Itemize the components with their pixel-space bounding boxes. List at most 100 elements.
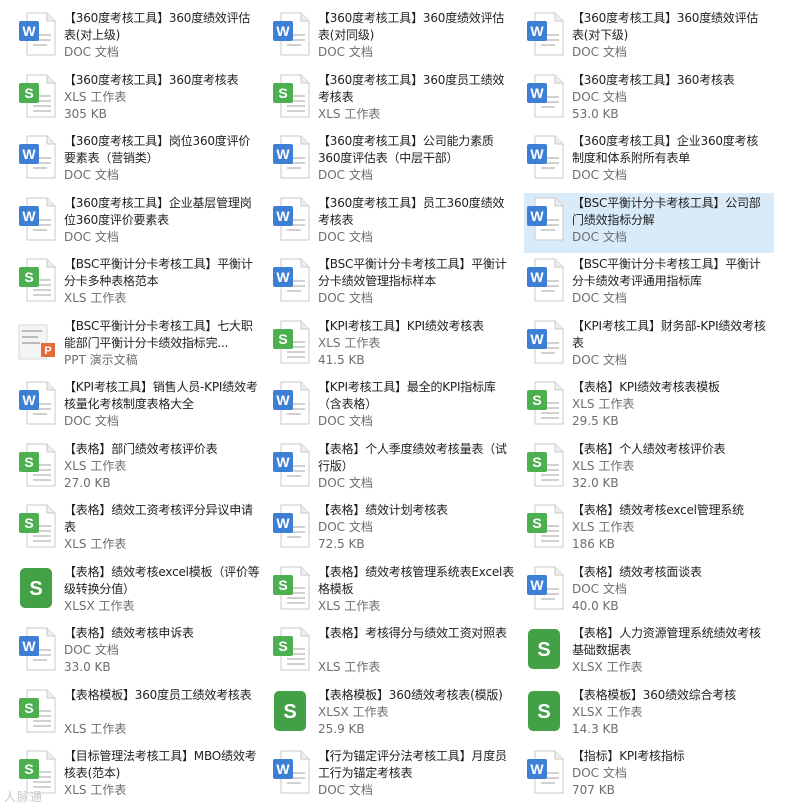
file-item[interactable]: S 【目标管理法考核工具】MBO绩效考核表(范本) XLS 工作表 [16,746,266,806]
file-item[interactable]: W 【行为锚定评分法考核工具】月度员工行为锚定考核表 DOC 文档 [270,746,520,806]
spreadsheet-icon: S [271,73,311,119]
word-doc-icon: W [525,73,565,119]
file-item[interactable]: W 【BSC平衡计分卡考核工具】公司部门绩效指标分解 DOC 文档 [524,192,774,253]
file-name: 【表格】个人绩效考核评价表 [572,441,726,456]
file-name: 【BSC平衡计分卡考核工具】平衡计分卡多种表格范本 [64,257,253,288]
file-item[interactable]: S 【表格】个人绩效考核评价表 XLS 工作表 32.0 KB [524,439,774,499]
svg-text:W: W [22,638,36,654]
svg-text:W: W [22,208,36,224]
file-size: 40.0 KB [572,598,619,613]
file-item[interactable]: W 【360度考核工具】公司能力素质360度评估表（中层干部） DOC 文档 [270,131,520,191]
word-doc-icon: W [525,319,565,365]
file-item[interactable]: W 【360度考核工具】岗位360度评价要素表（营销类） DOC 文档 [16,131,266,191]
word-doc-icon: W [271,196,311,242]
file-item[interactable]: W 【360度考核工具】360度绩效评估表(对同级) DOC 文档 [270,8,520,68]
file-name: 【BSC平衡计分卡考核工具】平衡计分卡绩效管理指标样本 [318,257,507,288]
file-item[interactable]: W 【360度考核工具】企业360度考核制度和体系附所有表单 DOC 文档 [524,131,774,191]
file-name: 【BSC平衡计分卡考核工具】平衡计分卡绩效考评通用指标库 [572,257,761,288]
word-doc-icon: W [271,380,311,426]
spreadsheet-icon: S [271,688,311,734]
file-item[interactable]: S 【KPI考核工具】KPI绩效考核表 XLS 工作表 41.5 KB [270,316,520,376]
file-item[interactable]: S 【表格】部门绩效考核评价表 XLS 工作表 27.0 KB [16,439,266,499]
file-item[interactable]: W 【BSC平衡计分卡考核工具】平衡计分卡绩效考评通用指标库 DOC 文档 [524,254,774,314]
file-name: 【360度考核工具】企业360度考核制度和体系附所有表单 [572,134,759,165]
file-item[interactable]: S 【表格】考核得分与绩效工资对照表 XLS 工作表 [270,623,520,683]
file-item[interactable]: W 【指标】KPI考核指标 DOC 文档 707 KB [524,746,774,806]
svg-text:W: W [276,269,290,285]
word-doc-icon: W [17,134,57,180]
file-name: 【表格】人力资源管理系统绩效考核基础数据表 [572,626,761,657]
file-item[interactable]: S 【表格模板】360度员工绩效考核表 XLS 工作表 [16,685,266,745]
spreadsheet-icon: S [525,688,565,734]
file-name: 【360度考核工具】360度员工绩效考核表 [318,72,505,104]
file-item[interactable]: W 【360度考核工具】员工360度绩效考核表 DOC 文档 [270,193,520,253]
file-type: DOC 文档 [318,229,373,244]
word-doc-icon: W [17,11,57,57]
file-item[interactable]: S 【360度考核工具】360度考核表 XLS 工作表 305 KB [16,70,266,130]
file-item[interactable]: W 【360度考核工具】360考核表 DOC 文档 53.0 KB [524,70,774,130]
svg-text:W: W [530,269,544,285]
file-item[interactable]: S 【表格】绩效考核excel管理系统 XLS 工作表 186 KB [524,500,774,560]
file-type: DOC 文档 [318,520,373,534]
file-item[interactable]: S 【表格】人力资源管理系统绩效考核基础数据表 XLSX 工作表 [524,623,774,683]
file-type: DOC 文档 [572,45,627,59]
file-item[interactable]: S 【表格模板】360绩效考核表(模版) XLSX 工作表 25.9 KB [270,685,520,745]
word-doc-icon: W [17,380,57,426]
file-item[interactable]: W 【表格】绩效考核面谈表 DOC 文档 40.0 KB [524,562,774,622]
file-item[interactable]: W 【KPI考核工具】最全的KPI指标库（含表格） DOC 文档 [270,377,520,437]
file-item[interactable]: P 【BSC平衡计分卡考核工具】七大职能部门平衡计分卡绩效指标完... PPT 演… [16,316,266,376]
file-item[interactable]: S 【表格】KPI绩效考核表模板 XLS 工作表 29.5 KB [524,377,774,437]
file-type: DOC 文档 [318,45,373,59]
file-type: XLS 工作表 [318,106,381,121]
file-item[interactable]: W 【表格】绩效考核申诉表 DOC 文档 33.0 KB [16,623,266,683]
file-item[interactable]: W 【360度考核工具】企业基层管理岗位360度评价要素表 DOC 文档 [16,193,266,253]
file-item[interactable]: W 【BSC平衡计分卡考核工具】平衡计分卡绩效管理指标样本 DOC 文档 [270,254,520,314]
file-name: 【表格】KPI绩效考核表模板 [572,380,720,394]
spreadsheet-icon: S [17,565,57,611]
svg-text:S: S [283,701,296,723]
svg-text:W: W [276,208,290,224]
file-size: 14.3 KB [572,721,619,736]
file-item[interactable]: S 【表格】绩效工资考核评分异议申请表 XLS 工作表 [16,500,266,560]
file-name: 【表格】绩效考核面谈表 [572,564,702,579]
file-item[interactable]: S 【BSC平衡计分卡考核工具】平衡计分卡多种表格范本 XLS 工作表 [16,254,266,314]
svg-text:W: W [22,392,36,408]
file-type: XLS 工作表 [318,660,381,674]
svg-text:S: S [532,515,541,531]
file-size: 72.5 KB [318,537,365,551]
svg-text:S: S [537,701,550,723]
svg-text:W: W [276,23,290,39]
file-name: 【表格模板】360度员工绩效考核表 [64,687,252,702]
spreadsheet-icon: S [271,565,311,611]
file-item[interactable]: S 【360度考核工具】360度员工绩效考核表 XLS 工作表 [270,70,520,130]
spreadsheet-icon: S [17,257,57,303]
file-name: 【KPI考核工具】最全的KPI指标库（含表格） [318,380,496,411]
file-name: 【360度考核工具】360度绩效评估表(对同级) [318,11,505,42]
svg-text:S: S [24,700,33,716]
file-item[interactable]: W 【360度考核工具】360度绩效评估表(对下级) DOC 文档 [524,8,774,68]
file-item[interactable]: W 【KPI考核工具】销售人员-KPI绩效考核量化考核制度表格大全 DOC 文档 [16,377,266,437]
file-item[interactable]: S 【表格模板】360绩效综合考核 XLSX 工作表 14.3 KB [524,685,774,745]
file-type: DOC 文档 [572,291,627,305]
spreadsheet-icon: S [17,73,57,119]
file-item[interactable]: W 【KPI考核工具】财务部-KPI绩效考核表 DOC 文档 [524,316,774,376]
file-item[interactable]: W 【表格】个人季度绩效考核量表（试行版） DOC 文档 [270,439,520,499]
spreadsheet-icon: S [525,503,565,549]
file-item[interactable]: W 【360度考核工具】360度绩效评估表(对上级) DOC 文档 [16,8,266,68]
file-size: 29.5 KB [572,414,619,428]
svg-text:S: S [278,85,287,101]
file-name: 【表格】考核得分与绩效工资对照表 [318,626,507,640]
file-item[interactable]: S 【表格】绩效考核excel模板（评价等级转换分值） XLSX 工作表 [16,562,266,622]
word-doc-icon: W [525,11,565,57]
file-item[interactable]: W 【表格】绩效计划考核表 DOC 文档 72.5 KB [270,500,520,560]
word-doc-icon: W [525,196,565,242]
file-item[interactable]: S 【表格】绩效考核管理系统表Excel表格模板 XLS 工作表 [270,562,520,622]
file-name: 【360度考核工具】360度绩效评估表(对上级) [64,11,251,42]
file-name: 【BSC平衡计分卡考核工具】公司部门绩效指标分解 [572,195,761,227]
svg-text:S: S [24,454,33,470]
file-name: 【行为锚定评分法考核工具】月度员工行为锚定考核表 [318,749,507,780]
file-type: DOC 文档 [318,414,373,428]
file-type: XLS 工作表 [64,458,127,473]
word-doc-icon: W [271,503,311,549]
file-type: XLS 工作表 [572,397,635,411]
